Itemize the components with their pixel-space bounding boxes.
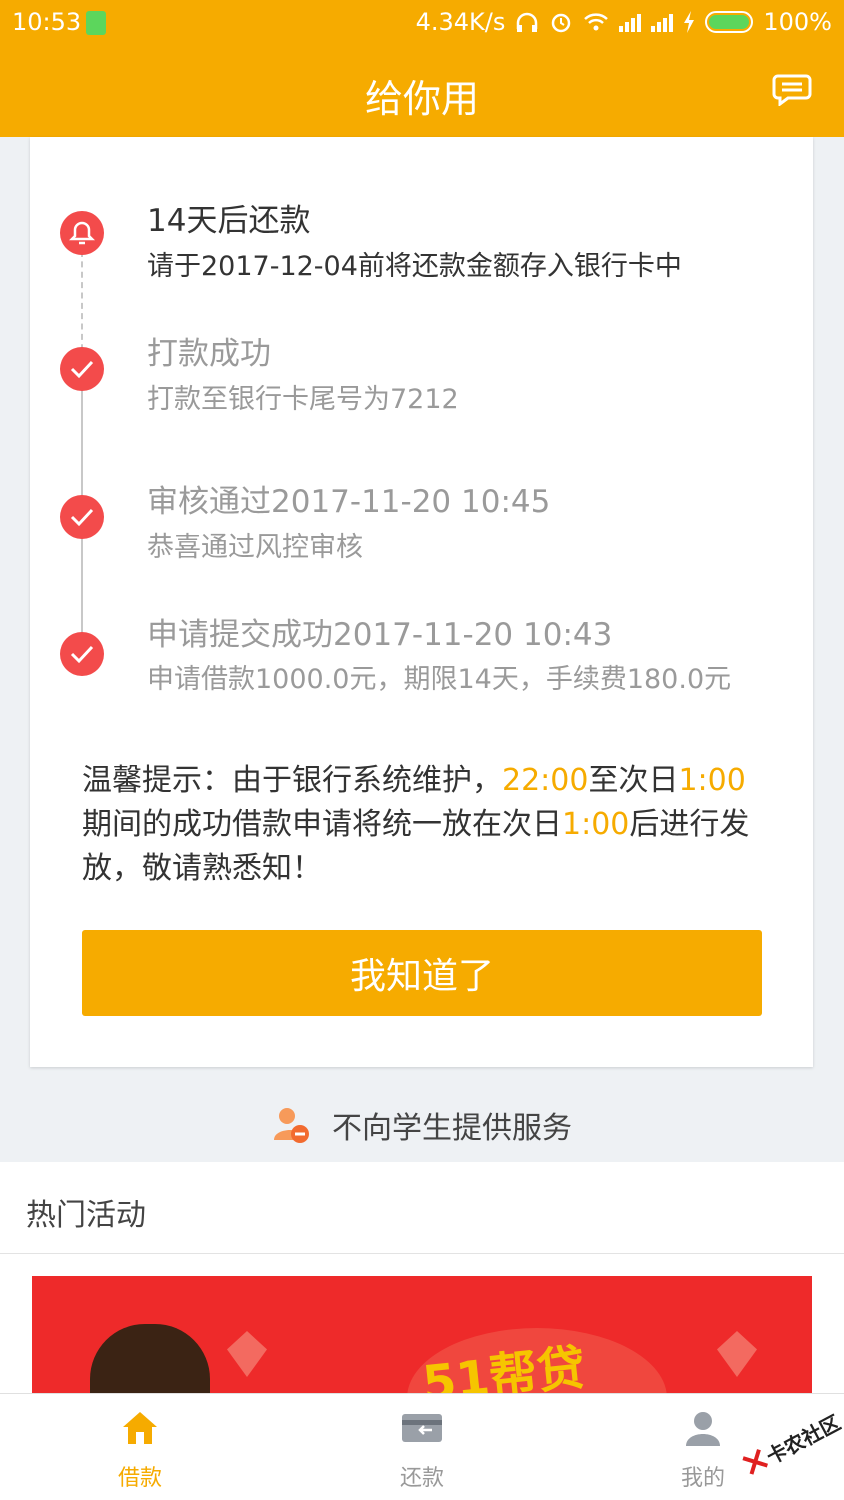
app-header: 给你用 [0,46,844,137]
check-icon [60,347,104,391]
promo-banner[interactable]: 51帮贷 [32,1276,812,1394]
section-title: 热门活动 [26,1198,146,1233]
timeline-step-title: 打款成功 [147,336,271,372]
notice-text: 期间的成功借款申请将统一放在次日 [82,807,562,842]
timeline-step-desc: 打款至银行卡尾号为7212 [147,384,459,415]
bell-icon [60,211,104,255]
page-title: 给你用 [364,77,479,121]
timeline-step-title: 申请提交成功2017-11-20 10:43 [147,617,613,653]
timeline-step-desc: 申请借款1000.0元，期限14天，手续费180.0元 [147,664,732,695]
notice-text: 至次日 [588,763,679,798]
kite-decoration [717,1331,757,1377]
user-icon [686,1412,720,1446]
timeline-step-title: 审核通过2017-11-20 10:45 [147,484,551,520]
cartoon-character [90,1324,210,1394]
no-student-notice: 不向学生提供服务 [0,1090,844,1160]
nav-label: 还款 [399,1466,444,1491]
maintenance-notice: 温馨提示：由于银行系统维护，22:00至次日1:00 期间的成功借款申请将统一放在… [82,759,772,891]
hot-activities-header: 热门活动 [0,1162,844,1254]
kite-decoration [227,1331,267,1377]
notice-time: 1:00 [562,807,630,842]
signal-2-icon [651,12,674,32]
alarm-icon [552,13,571,33]
battery-saver-icon [86,11,106,35]
signal-icon [619,12,642,32]
nav-item-borrow[interactable]: 借款 [70,1394,210,1500]
notice-text: 温馨提示：由于银行系统维护， [82,763,502,798]
network-speed: 4.34K/s [415,8,506,36]
notice-time: 22:00 [502,763,589,798]
status-bar: 10:53 4.34K/s 100% [0,0,844,46]
banner-area: 51帮贷 [0,1254,844,1394]
timeline-step-title: 14天后还款 [147,203,311,239]
bottom-nav: 借款 还款 我的 [0,1393,844,1500]
home-icon [123,1412,157,1444]
battery-percent: 100% [763,8,832,36]
message-icon[interactable] [772,74,812,106]
student-forbidden-icon [274,1108,309,1143]
confirm-button[interactable]: 我知道了 [82,930,762,1016]
notice-time: 1:00 [678,763,746,798]
timeline-step-desc: 请于2017-12-04前将还款金额存入银行卡中 [147,251,682,282]
check-icon [60,632,104,676]
loan-status-card: 14天后还款 请于2017-12-04前将还款金额存入银行卡中 打款成功 打款至… [30,137,813,1067]
nav-item-repay[interactable]: 还款 [352,1394,492,1500]
wifi-icon [584,13,609,31]
status-time: 10:53 [12,8,82,36]
nav-label: 借款 [117,1466,162,1491]
card-return-icon [402,1414,442,1442]
banner-brand: 51帮贷 [420,1339,588,1394]
check-icon [60,495,104,539]
no-student-text: 不向学生提供服务 [332,1111,572,1146]
timeline-step-desc: 恭喜通过风控审核 [147,532,363,563]
battery-icon [705,11,754,33]
charging-icon [684,11,695,33]
headphones-icon [517,12,538,32]
